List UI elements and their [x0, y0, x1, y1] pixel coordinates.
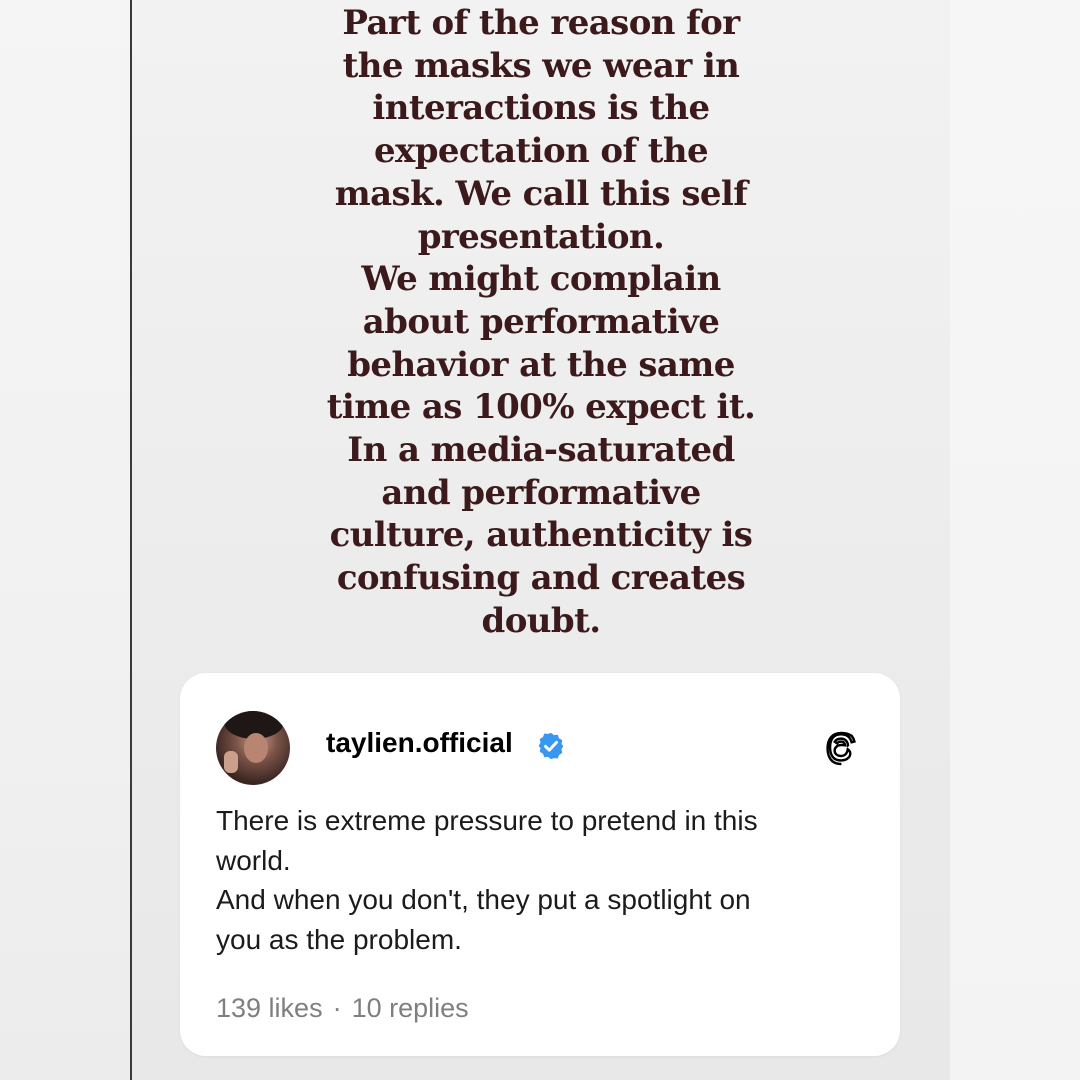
quote-line: presentation.	[417, 216, 665, 257]
quote-line: and performative	[381, 472, 701, 513]
quote-line: behavior at the same	[347, 344, 735, 385]
quote-line: confusing and creates	[336, 558, 746, 599]
quote-line: We might complain	[361, 259, 721, 300]
quote-line: about performative	[362, 301, 720, 342]
quote-line: time as 100% expect it.	[326, 387, 756, 428]
stats-separator: ·	[332, 993, 342, 1023]
quote-line: interactions is the	[372, 88, 710, 129]
post-text-line: world.	[216, 844, 291, 876]
post-text-line: And when you don't, they put a spotlight…	[216, 884, 751, 915]
quote-line: expectation of the	[374, 131, 709, 172]
left-border-panel	[0, 0, 132, 1080]
threads-icon[interactable]	[822, 729, 862, 769]
quote-line: the masks we wear in	[342, 45, 740, 86]
avatar-hand-shape	[224, 751, 238, 773]
post-text-line: There is extreme pressure to pretend in …	[216, 805, 758, 836]
post-body: There is extreme pressure to pretend in …	[216, 801, 866, 959]
quote-text: Part of the reason for the masks we wear…	[132, 2, 950, 643]
likes-count[interactable]: 139 likes	[216, 993, 323, 1023]
quote-line: mask. We call this self	[334, 173, 748, 214]
verified-badge-icon	[538, 732, 564, 760]
quote-line: In a media-saturated	[347, 430, 735, 471]
quote-line: culture, authenticity is	[329, 515, 753, 556]
right-border-panel	[950, 0, 1080, 1080]
replies-count[interactable]: 10 replies	[352, 993, 469, 1023]
quote-line: Part of the reason for	[342, 3, 740, 43]
post-text-line: you as the problem.	[216, 923, 462, 955]
avatar-face-shape	[244, 733, 268, 763]
engagement-stats: 139 likes · 10 replies	[216, 993, 469, 1024]
threads-post-card[interactable]: taylien.official There is extreme pressu…	[180, 673, 900, 1056]
post-frame: Part of the reason for the masks we wear…	[0, 0, 1080, 1080]
username-link[interactable]: taylien.official	[326, 727, 513, 759]
quote-line: doubt.	[481, 600, 601, 641]
avatar[interactable]	[216, 711, 290, 785]
